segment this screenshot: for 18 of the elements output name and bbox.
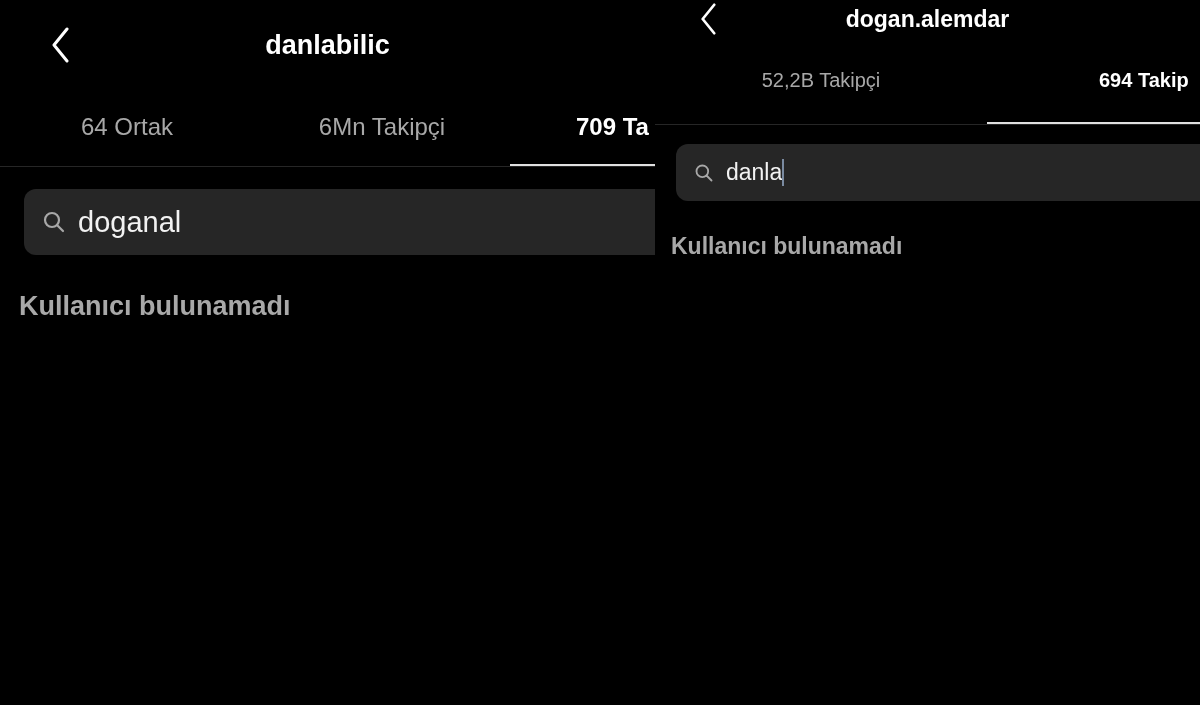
no-results-message: Kullanıcı bulunamadı [19,291,292,322]
tab[interactable]: 709 Ta [510,90,655,166]
tab[interactable]: 64 Ortak [0,90,254,166]
search-field[interactable]: danla [676,144,1200,201]
no-results-message: Kullanıcı bulunamadı [671,233,904,260]
search-text: danla [726,159,783,186]
profile-username: dogan.alemdar [845,5,1010,33]
tab[interactable]: 694 Takip [987,38,1200,124]
search-field[interactable]: doganal [24,189,655,255]
tab[interactable]: 52,2B Takipçi [655,38,987,124]
profile-username: danlabilic [265,29,390,61]
tab[interactable]: 6Mn Takipçi [254,90,510,166]
text-cursor [782,159,785,186]
search-text: doganal [78,205,182,239]
search-icon [42,210,66,234]
search-icon [694,162,714,183]
chevron-left-icon [51,27,69,63]
chevron-left-icon [700,3,716,35]
